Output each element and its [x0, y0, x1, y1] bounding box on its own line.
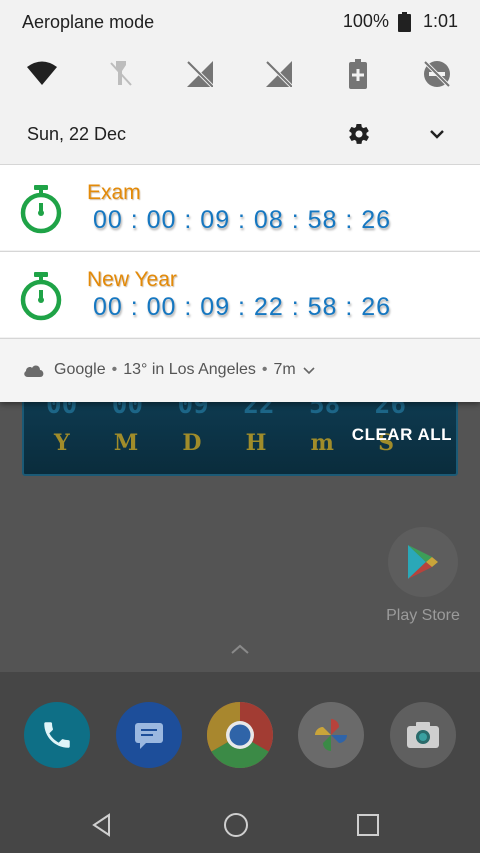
notification-title: New Year [87, 268, 177, 291]
quick-settings-row [0, 52, 480, 96]
cloud-icon [24, 365, 44, 377]
widget-unit-label: Y [54, 430, 70, 456]
camera-icon[interactable] [390, 702, 456, 768]
widget-unit-label: m [310, 430, 334, 456]
weather-age: 7m [273, 361, 296, 378]
widget-unit-labels: Y M D H m S [54, 430, 394, 456]
back-icon[interactable] [84, 807, 120, 843]
play-store-icon [388, 527, 458, 597]
clear-all-button[interactable]: CLEAR ALL [352, 425, 452, 445]
weather-line: Google • 13° in Los Angeles • 7m [22, 361, 316, 379]
app-drawer-chevron-icon[interactable] [229, 642, 251, 656]
recents-icon[interactable] [350, 807, 386, 843]
photos-icon[interactable] [298, 702, 364, 768]
phone-icon[interactable] [24, 702, 90, 768]
no-sim-icon[interactable] [182, 56, 218, 92]
status-right: 100% 1:01 [343, 11, 458, 32]
widget-unit-label: M [113, 430, 139, 456]
widget-unit-label: D [182, 430, 202, 456]
play-store-label: Play Store [386, 607, 460, 624]
play-store-shortcut[interactable]: Play Store [386, 527, 460, 625]
status-bar: Aeroplane mode 100% 1:01 [0, 0, 480, 44]
weather-summary: 13° in Los Angeles [123, 361, 256, 378]
do-not-disturb-icon[interactable] [419, 56, 455, 92]
navigation-bar [0, 795, 480, 853]
notification-shade[interactable]: Aeroplane mode 100% 1:01 Sun, 22 Dec Exa… [0, 0, 480, 402]
weather-notification[interactable]: Google • 13° in Los Angeles • 7m [0, 338, 480, 402]
widget-unit-label: H [245, 430, 267, 456]
chrome-icon[interactable] [207, 702, 273, 768]
expand-chevron-icon[interactable] [302, 365, 316, 375]
dock [0, 672, 480, 795]
separator-dot: • [111, 361, 118, 378]
settings-gear-icon[interactable] [347, 122, 371, 146]
battery-percent: 100% [342, 11, 389, 31]
chevron-down-icon[interactable] [426, 124, 448, 144]
messages-icon[interactable] [116, 702, 182, 768]
separator-dot: • [261, 361, 268, 378]
battery-icon [397, 11, 411, 32]
airplane-mode-label: Aeroplane mode [22, 12, 155, 32]
clock: 1:01 [422, 11, 458, 31]
stopwatch-icon [20, 272, 62, 321]
flashlight-off-icon[interactable] [103, 56, 139, 92]
home-icon[interactable] [218, 807, 254, 843]
date-row: Sun, 22 Dec [0, 112, 480, 156]
notification-title: Exam [87, 181, 141, 204]
no-sim-icon[interactable] [261, 56, 297, 92]
notification-new-year[interactable]: New Year 00 : 00 : 09 : 22 : 58 : 26 [0, 251, 480, 337]
countdown-timer: 00 : 00 : 09 : 08 : 58 : 26 [93, 206, 392, 234]
countdown-timer: 00 : 00 : 09 : 22 : 58 : 26 [93, 293, 392, 321]
notification-exam[interactable]: Exam 00 : 00 : 09 : 08 : 58 : 26 [0, 164, 480, 250]
battery-saver-icon[interactable] [340, 56, 376, 92]
wifi-icon[interactable] [24, 56, 60, 92]
stopwatch-icon [20, 185, 62, 234]
date-label: Sun, 22 Dec [27, 124, 127, 144]
weather-app-name: Google [54, 361, 106, 378]
